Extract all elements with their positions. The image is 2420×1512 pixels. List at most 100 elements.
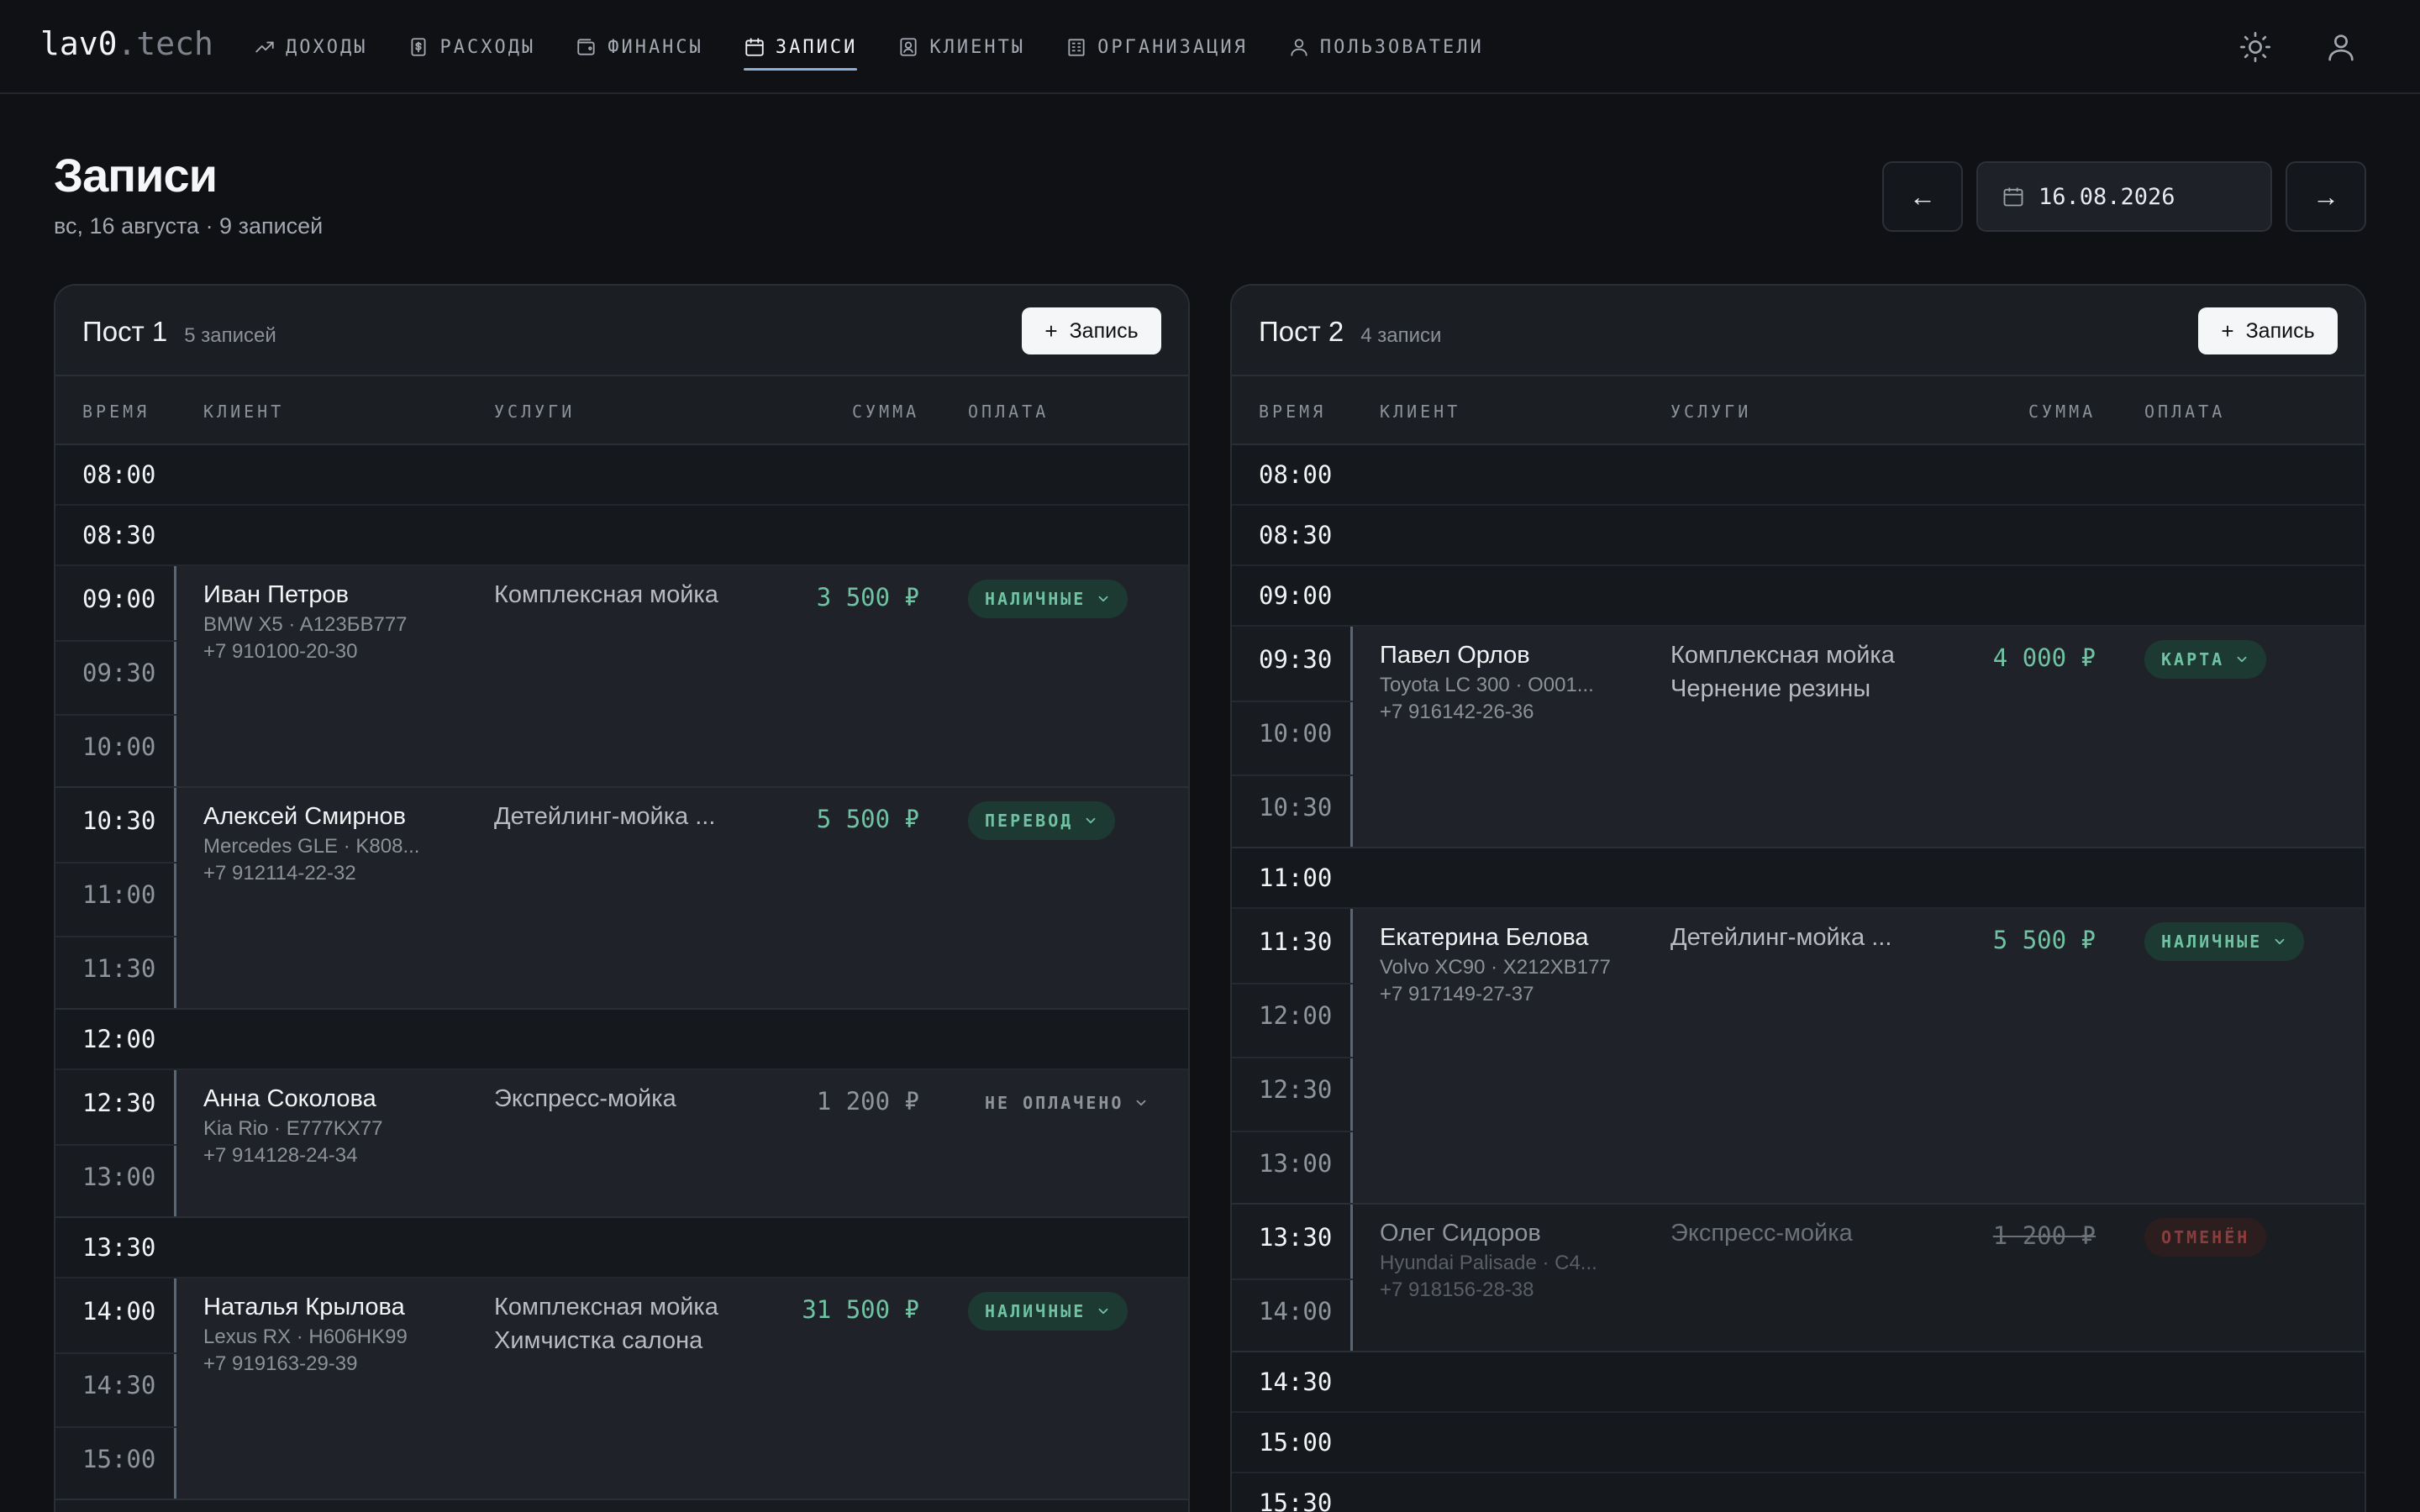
payment-status-dropdown[interactable]: НАЛИЧНЫЕ bbox=[2144, 922, 2305, 961]
payment-status-label: НЕ ОПЛАЧЕНО bbox=[985, 1093, 1124, 1113]
arrow-right-icon: → bbox=[2312, 181, 2339, 212]
time-slot-row[interactable]: 08:00 bbox=[1232, 445, 2365, 506]
receipt-icon bbox=[411, 38, 426, 56]
booking-time-column: 09:00 09:30 10:00 bbox=[55, 566, 176, 786]
client-phone: +7 918156-28-38 bbox=[1380, 1278, 1534, 1301]
booking-row[interactable]: 11:30 12:00 12:30 13:00 Екатерина Белова Volv… bbox=[1232, 909, 2365, 1205]
arrow-left-icon: ← bbox=[1909, 181, 1936, 212]
booking-row[interactable]: 09:30 10:00 10:30 Павел Орлов Toyota LC 300 … bbox=[1232, 627, 2365, 848]
booking-row[interactable]: 14:00 14:30 15:00 Наталья Крылова Lexus RX ·… bbox=[55, 1278, 1188, 1500]
time-slot-row[interactable]: 08:30 bbox=[55, 506, 1188, 566]
client-name: Иван Петров bbox=[203, 581, 350, 608]
booking-sum: 5 500 ₽ bbox=[1992, 926, 2096, 954]
payment-status-dropdown[interactable]: НАЛИЧНЫЕ bbox=[968, 1292, 1128, 1331]
booking-row[interactable]: 09:00 09:30 10:00 Иван Петров BMW X5 · A123Б… bbox=[55, 566, 1188, 788]
booking-time-column: 10:30 11:00 11:30 bbox=[55, 788, 176, 1008]
panel-header: Пост 1 5 записей + Запись bbox=[55, 286, 1188, 376]
time-divider bbox=[55, 640, 176, 642]
nav-tab-label: ФИНАНСЫ bbox=[608, 36, 703, 58]
payment-status-dropdown[interactable]: НЕ ОПЛАЧЕНО bbox=[968, 1084, 1165, 1122]
time-divider bbox=[1232, 1278, 1353, 1280]
slot-time: 08:30 bbox=[1259, 521, 1333, 549]
nav-tab-5[interactable]: ОРГАНИЗАЦИЯ bbox=[1065, 0, 1248, 94]
payment-status-label: НАЛИЧНЫЕ bbox=[985, 589, 1086, 609]
payment-status-label: НАЛИЧНЫЕ bbox=[985, 1301, 1086, 1321]
client-name: Наталья Крылова bbox=[203, 1294, 405, 1320]
booking-row[interactable]: 10:30 11:00 11:30 Алексей Смирнов Mercedes G… bbox=[55, 788, 1188, 1010]
app-logo[interactable]: lav0.tech bbox=[40, 25, 213, 62]
post-title: Пост 1 bbox=[82, 316, 168, 347]
page-subtitle: вс, 16 августа · 9 записей bbox=[54, 213, 324, 239]
theme-toggle-button[interactable] bbox=[2238, 30, 2272, 64]
booking-time: 09:30 bbox=[1259, 645, 1333, 674]
client-car: Hyundai Palisade · C4... bbox=[1380, 1252, 1597, 1274]
nav-tab-0[interactable]: ДОХОДЫ bbox=[254, 0, 367, 94]
booking-time: 12:30 bbox=[1259, 1075, 1333, 1104]
booking-row[interactable]: 13:30 14:00 Олег Сидоров Hyundai Palisade ·… bbox=[1232, 1205, 2365, 1352]
table-header: ВРЕМЯ КЛИЕНТ УСЛУГИ СУММА ОПЛАТА bbox=[1232, 376, 2365, 445]
booking-time: 10:00 bbox=[1259, 719, 1333, 748]
client-car: BMW X5 · A123БВ777 bbox=[203, 613, 408, 636]
time-slot-row[interactable]: 08:00 bbox=[55, 445, 1188, 506]
logo-main-text: lav0 bbox=[40, 25, 118, 62]
client-name: Алексей Смирнов bbox=[203, 803, 407, 830]
time-divider bbox=[55, 1426, 176, 1428]
col-client: КЛИЕНТ bbox=[1380, 402, 1461, 422]
client-car: Toyota LC 300 · O001... bbox=[1380, 674, 1594, 696]
add-booking-button[interactable]: + Запись bbox=[1022, 307, 1161, 354]
nav-tab-3[interactable]: ЗАПИСИ bbox=[743, 0, 858, 94]
nav-tab-2[interactable]: ФИНАНСЫ bbox=[576, 0, 703, 94]
client-car: Lexus RX · H606HK99 bbox=[203, 1326, 408, 1348]
slot-time: 08:00 bbox=[1259, 460, 1333, 489]
post-panel-2: Пост 2 4 записи + Запись ВРЕМЯ КЛИЕНТ УСЛУГИ СУ… bbox=[1230, 284, 2366, 1512]
time-slot-row[interactable]: 12:00 bbox=[55, 1010, 1188, 1070]
chevron-down-icon bbox=[2275, 938, 2285, 945]
nav-tab-4[interactable]: КЛИЕНТЫ bbox=[897, 0, 1025, 94]
booking-sum: 3 500 ₽ bbox=[816, 583, 919, 612]
booking-time: 10:00 bbox=[82, 732, 156, 761]
slot-time: 09:00 bbox=[1259, 581, 1333, 610]
time-divider bbox=[55, 862, 176, 864]
booking-time-column: 14:00 14:30 15:00 bbox=[55, 1278, 176, 1499]
time-slot-row[interactable]: 15:00 bbox=[1232, 1413, 2365, 1473]
payment-status-dropdown[interactable]: НАЛИЧНЫЕ bbox=[968, 580, 1128, 618]
time-slot-row[interactable]: 15:30 bbox=[1232, 1473, 2365, 1512]
trending-up-icon bbox=[255, 41, 274, 53]
prev-day-button[interactable]: ← bbox=[1882, 161, 1963, 232]
slot-time: 13:30 bbox=[82, 1233, 156, 1262]
contact-icon bbox=[900, 38, 917, 56]
time-slot-row[interactable]: 08:30 bbox=[1232, 506, 2365, 566]
col-services: УСЛУГИ bbox=[494, 402, 576, 422]
booking-sum: 31 500 ₽ bbox=[802, 1295, 919, 1324]
payment-status-dropdown[interactable]: КАРТА bbox=[2144, 640, 2267, 679]
service-name: Детейлинг-мойка ... bbox=[1670, 924, 1892, 951]
nav-tab-1[interactable]: РАСХОДЫ bbox=[408, 0, 535, 94]
payment-status-dropdown[interactable]: ПЕРЕВОД bbox=[968, 801, 1116, 840]
col-payment: ОПЛАТА bbox=[968, 402, 1050, 422]
time-slot-row[interactable]: 14:30 bbox=[1232, 1352, 2365, 1413]
booking-time-column: 12:30 13:00 bbox=[55, 1070, 176, 1216]
main-nav: ДОХОДЫ РАСХОДЫ ФИНАНСЫ ЗАПИСИ КЛИЕНТЫ ОРГАНИЗ… bbox=[254, 0, 1524, 94]
time-divider bbox=[55, 1352, 176, 1354]
booking-time: 14:00 bbox=[1259, 1297, 1333, 1326]
time-slot-row[interactable]: 09:00 bbox=[1232, 566, 2365, 627]
time-slot-row[interactable]: 13:30 bbox=[55, 1218, 1188, 1278]
next-day-button[interactable]: → bbox=[2286, 161, 2366, 232]
add-booking-button[interactable]: + Запись bbox=[2198, 307, 2338, 354]
add-booking-label: Запись bbox=[1069, 318, 1139, 343]
client-phone: +7 916142-26-36 bbox=[1380, 701, 1534, 723]
profile-button[interactable] bbox=[2324, 30, 2358, 64]
booking-time: 09:30 bbox=[82, 659, 156, 687]
booking-sum: 4 000 ₽ bbox=[1992, 643, 2096, 672]
chevron-down-icon bbox=[1137, 1100, 1146, 1106]
booking-row[interactable]: 12:30 13:00 Анна Соколова Kia Rio · E777KX7… bbox=[55, 1070, 1188, 1218]
time-slot-row[interactable]: 11:00 bbox=[1232, 848, 2365, 909]
post-title: Пост 2 bbox=[1259, 316, 1344, 347]
date-input[interactable]: 16.08.2026 bbox=[1976, 161, 2272, 232]
plus-icon: + bbox=[2221, 318, 2234, 344]
logo-suffix-text: .tech bbox=[117, 25, 213, 62]
nav-tab-6[interactable]: ПОЛЬЗОВАТЕЛИ bbox=[1288, 0, 1484, 94]
payment-status-dropdown[interactable]: ОТМЕНЁН bbox=[2144, 1218, 2267, 1257]
time-divider bbox=[55, 1144, 176, 1146]
client-phone: +7 912114-22-32 bbox=[203, 862, 356, 885]
